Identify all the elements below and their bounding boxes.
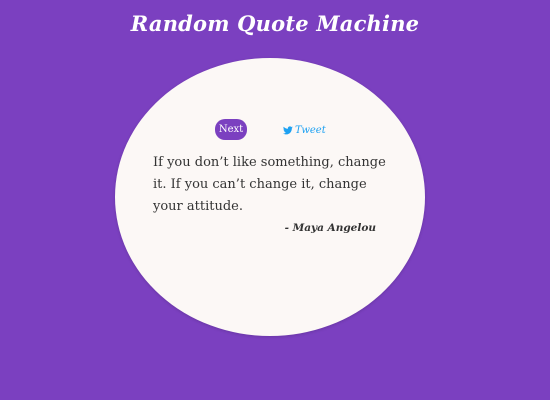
next-button[interactable]: Next xyxy=(215,119,247,140)
tweet-link[interactable]: Tweet xyxy=(283,123,326,137)
quote-author: - Maya Angelou xyxy=(284,222,376,234)
twitter-bird-icon xyxy=(283,125,293,135)
tweet-label: Tweet xyxy=(295,124,326,136)
page-root: Random Quote Machine Next Tweet If you d… xyxy=(0,0,550,400)
quote-text: If you don’t like something, change it. … xyxy=(153,155,386,214)
app-title: Random Quote Machine xyxy=(130,11,420,36)
